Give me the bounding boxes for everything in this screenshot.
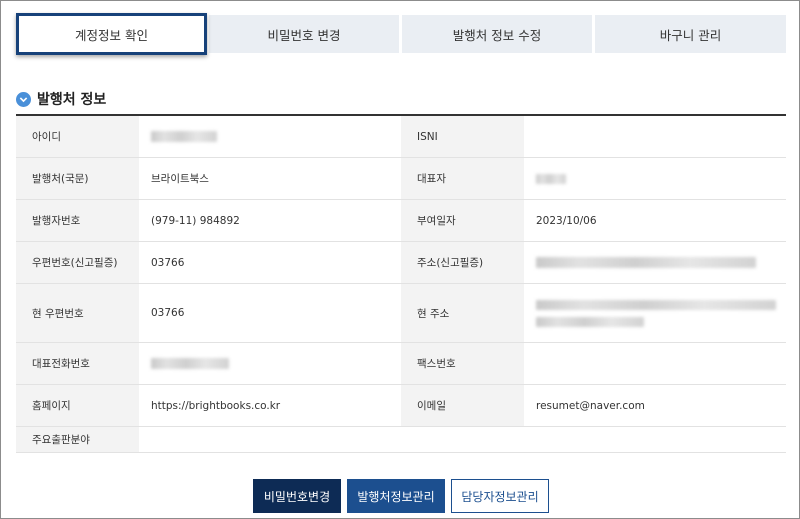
- table-row: 홈페이지 https://brightbooks.co.kr 이메일 resum…: [16, 385, 786, 427]
- grant-date-value: 2023/10/06: [524, 200, 786, 241]
- fax-label: 팩스번호: [401, 343, 524, 384]
- table-row: 발행자번호 (979-11) 984892 부여일자 2023/10/06: [16, 200, 786, 242]
- publisher-info-table: 아이디 ISNI 발행처(국문) 브라이트북스 대표자 발행자번호 (979-1…: [16, 114, 786, 453]
- pubno-label: 발행자번호: [16, 200, 139, 241]
- tab-basket-manage[interactable]: 바구니 관리: [595, 15, 786, 53]
- redacted-value: [536, 173, 566, 184]
- homepage-label: 홈페이지: [16, 385, 139, 426]
- current-zip-label: 현 우편번호: [16, 284, 139, 342]
- table-row: 현 우편번호 03766 현 주소: [16, 284, 786, 343]
- id-value: [139, 116, 401, 157]
- table-row: 발행처(국문) 브라이트북스 대표자: [16, 158, 786, 200]
- table-row: 아이디 ISNI: [16, 116, 786, 158]
- zip-label: 우편번호(신고필증): [16, 242, 139, 283]
- publishing-field-label: 주요출판분야: [16, 427, 139, 452]
- isni-value: [524, 116, 786, 157]
- table-row: 주요출판분야: [16, 427, 786, 453]
- tab-label: 바구니 관리: [659, 27, 722, 43]
- redacted-value: [151, 131, 217, 142]
- tab-label: 계정정보 확인: [75, 27, 148, 43]
- manager-manage-button[interactable]: 담당자정보관리: [451, 479, 549, 513]
- page-frame: 계정정보 확인 비밀번호 변경 발행처 정보 수정 바구니 관리 발행처 정보 …: [0, 0, 800, 519]
- tab-change-password[interactable]: 비밀번호 변경: [209, 15, 399, 53]
- tab-label: 비밀번호 변경: [267, 27, 341, 43]
- tab-edit-publisher[interactable]: 발행처 정보 수정: [402, 15, 592, 53]
- redacted-value: [151, 358, 229, 369]
- current-address-label: 현 주소: [401, 284, 524, 342]
- phone-value: [139, 343, 401, 384]
- current-zip-value: 03766: [139, 284, 401, 342]
- publisher-manage-button[interactable]: 발행처정보관리: [347, 479, 445, 513]
- address-value: [524, 242, 786, 283]
- grant-date-label: 부여일자: [401, 200, 524, 241]
- address-label: 주소(신고필증): [401, 242, 524, 283]
- ceo-value: [524, 158, 786, 199]
- pubno-value: (979-11) 984892: [139, 200, 401, 241]
- change-password-button[interactable]: 비밀번호변경: [253, 479, 341, 513]
- email-label: 이메일: [401, 385, 524, 426]
- fax-value: [524, 343, 786, 384]
- phone-label: 대표전화번호: [16, 343, 139, 384]
- publishing-field-value: [139, 427, 786, 452]
- table-row: 우편번호(신고필증) 03766 주소(신고필증): [16, 242, 786, 284]
- redacted-value: [536, 299, 776, 327]
- chevron-down-circle-icon: [16, 91, 31, 107]
- publisher-value: 브라이트북스: [139, 158, 401, 199]
- tab-bar: 계정정보 확인 비밀번호 변경 발행처 정보 수정 바구니 관리: [16, 13, 786, 55]
- ceo-label: 대표자: [401, 158, 524, 199]
- homepage-value: https://brightbooks.co.kr: [139, 385, 401, 426]
- redacted-value: [536, 257, 756, 268]
- action-buttons: 비밀번호변경 발행처정보관리 담당자정보관리: [1, 479, 800, 513]
- isni-label: ISNI: [401, 116, 524, 157]
- section-header: 발행처 정보: [16, 88, 106, 110]
- redacted-line: [536, 299, 776, 310]
- tab-account-info[interactable]: 계정정보 확인: [16, 13, 207, 55]
- email-value: resumet@naver.com: [524, 385, 786, 426]
- id-label: 아이디: [16, 116, 139, 157]
- zip-value: 03766: [139, 242, 401, 283]
- redacted-line: [536, 316, 644, 327]
- tab-label: 발행처 정보 수정: [452, 27, 542, 43]
- current-address-value: [524, 284, 786, 342]
- table-row: 대표전화번호 팩스번호: [16, 343, 786, 385]
- section-title: 발행처 정보: [37, 92, 107, 108]
- publisher-label: 발행처(국문): [16, 158, 139, 199]
